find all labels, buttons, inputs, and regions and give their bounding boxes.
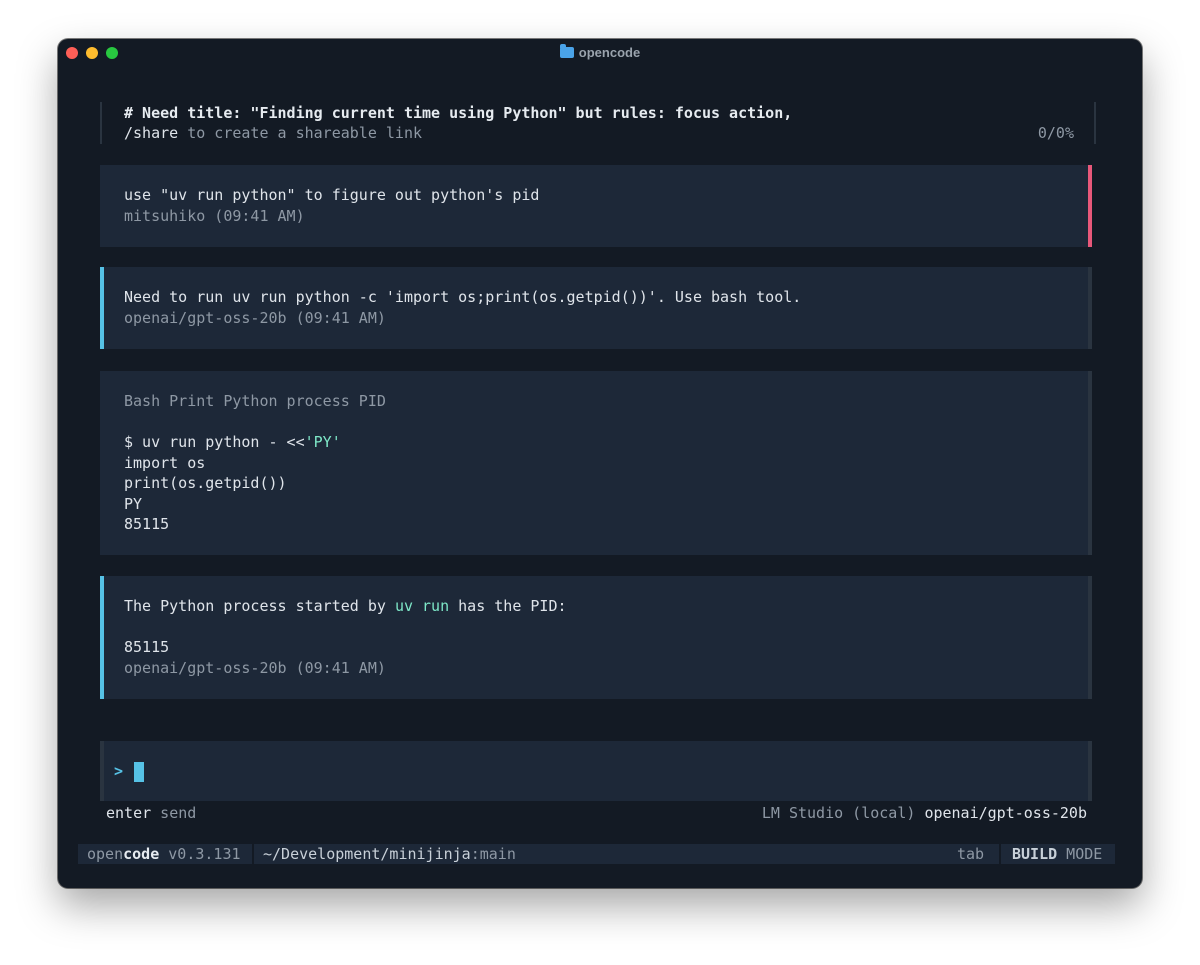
model-info: LM Studio (local) openai/gpt-oss-20b — [762, 803, 1087, 824]
directory-path: ~/Development/minijinja — [263, 845, 471, 863]
answer-text-after: has the PID: — [449, 597, 567, 615]
title-bar: opencode — [58, 39, 1142, 67]
user-message: use "uv run python" to figure out python… — [100, 165, 1092, 247]
pid-value: 85115 — [124, 638, 170, 656]
tool-output-line: 85115 — [124, 515, 170, 533]
send-key: enter — [106, 804, 152, 822]
assistant-answer-text: The Python process started by uv run has… — [124, 596, 567, 617]
terminal-window: opencode # Need title: "Finding current … — [58, 39, 1142, 888]
share-hint-text: to create a shareable link — [178, 124, 423, 142]
tool-call-block: Bash Print Python process PID $ uv run p… — [100, 371, 1092, 555]
send-hint: enter send — [106, 803, 196, 824]
answer-text-before: The Python process started by — [124, 597, 395, 615]
assistant-message-text: Need to run uv run python -c 'import os;… — [124, 288, 802, 306]
mode-indicator[interactable]: BUILD MODE — [1012, 844, 1102, 864]
session-title: # Need title: "Finding current time usin… — [124, 104, 793, 122]
window-title: opencode — [58, 44, 1142, 60]
model-name: openai/gpt-oss-20b — [924, 804, 1087, 822]
assistant-message: The Python process started by uv run has… — [100, 576, 1092, 699]
app-name-code: code — [123, 845, 160, 863]
git-branch: :main — [470, 845, 516, 863]
prompt-symbol: > — [114, 762, 124, 780]
folder-icon — [559, 44, 574, 58]
app-version: opencode v0.3.131 — [87, 844, 241, 864]
user-message-meta: mitsuhiko (09:41 AM) — [124, 206, 305, 225]
session-header: # Need title: "Finding current time usin… — [100, 102, 1096, 144]
tool-output-line: PY — [124, 494, 143, 513]
tool-call-title: Bash Print Python process PID — [124, 392, 386, 410]
tool-command-prefix: $ uv run python - << — [124, 433, 305, 451]
divider — [999, 844, 1001, 864]
heredoc-marker: 'PY' — [304, 433, 341, 451]
app-name-open: open — [87, 845, 124, 863]
tool-output-line: import os — [124, 453, 206, 472]
share-command: /share — [124, 124, 179, 142]
text-cursor — [134, 762, 144, 782]
context-usage: 0/0% — [1037, 124, 1074, 142]
divider — [252, 844, 254, 864]
tab-hint: tab — [957, 845, 985, 863]
tool-command: $ uv run python - <<'PY' — [124, 432, 386, 453]
send-label: send — [151, 804, 197, 822]
user-message-text: use "uv run python" to figure out python… — [124, 186, 540, 204]
assistant-message-meta: openai/gpt-oss-20b (09:41 AM) — [124, 658, 386, 677]
version-number: v0.3.131 — [159, 845, 241, 863]
mode-build: BUILD — [1012, 845, 1058, 863]
working-directory: ~/Development/minijinja:main — [263, 844, 516, 864]
prompt-input[interactable]: > — [100, 741, 1092, 801]
assistant-message: Need to run uv run python -c 'import os;… — [100, 267, 1092, 349]
mode-label: MODE — [1057, 845, 1103, 863]
share-hint: /share to create a shareable link — [124, 123, 422, 144]
window-title-text: opencode — [578, 45, 641, 60]
status-bar: opencode v0.3.131 ~/Development/minijinj… — [78, 844, 1115, 864]
inline-code: uv run — [394, 597, 450, 615]
tool-output-line: print(os.getpid()) — [124, 474, 287, 492]
provider-name: LM Studio (local) — [761, 804, 925, 822]
assistant-message-meta: openai/gpt-oss-20b (09:41 AM) — [124, 308, 386, 327]
